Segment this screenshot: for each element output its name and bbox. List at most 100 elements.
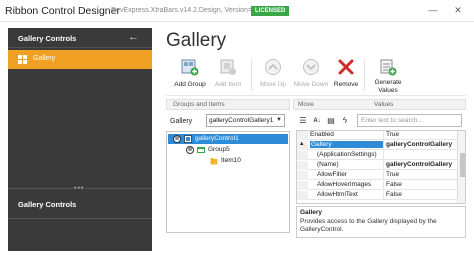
property-name: Enabled — [310, 131, 334, 138]
gallery-field-label: Gallery — [170, 118, 193, 125]
license-badge: LICENSED — [251, 6, 290, 16]
page-title: Gallery — [166, 30, 227, 51]
title-bar: Ribbon Control Designer DevExpress.XtraB… — [0, 0, 474, 22]
expand-gutter: ▲ — [297, 141, 308, 150]
remove-icon — [338, 59, 354, 75]
splitter-grip-icon[interactable]: ••• — [74, 185, 84, 192]
toolbar-separator — [364, 59, 365, 91]
sidebar: Gallery Controls ← Gallery ••• Gallery C… — [8, 28, 152, 251]
move-down-icon — [303, 59, 319, 75]
add-item-label: Add Item — [214, 81, 241, 88]
minimize-button[interactable]: — — [425, 3, 441, 17]
property-grid-scrollbar[interactable] — [457, 131, 465, 203]
values-header: Values — [374, 101, 394, 108]
property-row-selected[interactable]: ▲ Gallery galleryControlGallery — [297, 141, 457, 150]
generate-values-icon — [380, 59, 397, 76]
property-value[interactable]: True — [383, 171, 457, 180]
move-header: Move — [298, 101, 314, 108]
groups-panel-header: Groups and Items — [166, 99, 290, 110]
groups-tree[interactable]: ⊗ galleryControl1 ⊗ Group5 Item10 — [166, 131, 290, 233]
tree-node-label: Group5 — [208, 146, 230, 153]
chevron-down-icon[interactable]: ▼ — [276, 117, 282, 123]
collapse-icon[interactable]: ⊗ — [173, 135, 181, 143]
item-icon — [210, 158, 218, 165]
remove-label: Remove — [333, 81, 359, 88]
property-row[interactable]: Enabled True — [297, 131, 457, 140]
property-pages-icon[interactable]: ▤ — [326, 116, 336, 126]
gallery-control-icon — [184, 135, 192, 143]
property-grid[interactable]: Enabled True ▲ Gallery galleryControlGal… — [296, 130, 466, 204]
tree-node-label: galleryControl1 — [195, 135, 239, 142]
property-grid-toolbar: ☰ A↓ ▤ ϟ Enter text to search... — [296, 113, 466, 128]
add-group-button[interactable]: Add Group — [172, 56, 208, 96]
tree-node-group[interactable]: ⊗ Group5 — [168, 145, 288, 155]
close-button[interactable]: ✕ — [450, 3, 466, 17]
sidebar-item-gallery[interactable]: Gallery — [8, 50, 152, 69]
property-name: (Name) — [317, 161, 339, 168]
sidebar-footer-label[interactable]: Gallery Controls — [18, 200, 76, 209]
property-name: AllowHtmlText — [317, 191, 358, 198]
move-up-label: Move Up — [259, 81, 286, 88]
property-value[interactable]: False — [383, 191, 457, 200]
add-item-button[interactable]: Add Item — [212, 56, 244, 96]
row-gutter — [297, 171, 308, 180]
row-gutter — [297, 131, 308, 140]
property-name: AllowHoverImages — [317, 181, 372, 188]
groups-panel-title: Groups and Items — [173, 101, 225, 108]
move-up-button[interactable]: Move Up — [256, 56, 290, 96]
property-name: Gallery — [310, 141, 383, 148]
gallery-select[interactable]: galleryControlGallery1 ... ▼ — [206, 114, 285, 127]
property-value[interactable]: True — [383, 131, 457, 140]
scrollbar-thumb[interactable] — [460, 153, 465, 177]
tree-node-gallerycontrol[interactable]: ⊗ galleryControl1 — [168, 134, 288, 144]
description-text: Provides access to the Gallery displayed… — [300, 218, 437, 233]
categorized-view-icon[interactable]: ☰ — [298, 116, 308, 126]
remove-button[interactable]: Remove — [332, 56, 360, 96]
add-group-label: Add Group — [174, 81, 206, 88]
add-item-icon — [220, 59, 236, 75]
property-row[interactable]: AllowHoverImages False — [297, 181, 457, 190]
property-name: AllowFilter — [317, 171, 347, 178]
sidebar-header: Gallery Controls ← — [8, 28, 152, 48]
row-gutter — [297, 161, 308, 170]
property-row[interactable]: AllowHtmlText False — [297, 191, 457, 200]
property-row[interactable]: (ApplicationSettings) — [297, 151, 457, 160]
toolbar: Add Group Add Item Move Up Move Down Rem… — [166, 56, 466, 96]
expand-arrow-icon[interactable]: ▲ — [299, 141, 304, 147]
property-search-input[interactable]: Enter text to search... — [357, 114, 462, 127]
property-value[interactable] — [383, 151, 457, 160]
sidebar-header-label: Gallery Controls — [18, 34, 77, 43]
back-arrow-icon[interactable]: ← — [128, 31, 139, 43]
add-group-icon — [181, 59, 199, 76]
tree-node-item[interactable]: Item10 — [168, 156, 288, 166]
row-gutter — [297, 191, 308, 200]
move-up-icon — [265, 59, 281, 75]
generate-values-button[interactable]: Generate Values — [370, 56, 406, 96]
generate-values-label: Generate Values — [374, 79, 402, 94]
description-title: Gallery — [300, 209, 323, 216]
sidebar-footer-divider — [8, 218, 152, 219]
property-value[interactable]: galleryControlGallery — [383, 161, 457, 170]
window-title: Ribbon Control Designer — [5, 5, 120, 17]
gallery-select-value: galleryControlGallery1 ... — [209, 117, 273, 124]
property-value[interactable]: False — [383, 181, 457, 190]
row-gutter — [297, 151, 308, 160]
alphabetical-sort-icon[interactable]: A↓ — [312, 116, 322, 126]
group-icon — [197, 147, 205, 153]
collapse-icon[interactable]: ⊗ — [186, 146, 194, 154]
property-row[interactable]: (Name) galleryControlGallery — [297, 161, 457, 170]
tree-node-label: Item10 — [221, 157, 241, 164]
gallery-grid-icon — [18, 55, 27, 64]
events-icon[interactable]: ϟ — [340, 116, 350, 126]
move-down-label: Move Down — [293, 81, 329, 88]
property-row[interactable]: AllowFilter True — [297, 171, 457, 180]
search-placeholder: Enter text to search... — [361, 117, 423, 124]
values-panel-header: Move Values — [293, 99, 466, 110]
sidebar-item-label: Gallery — [33, 55, 56, 62]
property-value[interactable]: galleryControlGallery — [383, 141, 457, 150]
row-gutter — [297, 181, 308, 190]
property-name: (ApplicationSettings) — [317, 151, 377, 158]
toolbar-separator — [251, 59, 252, 91]
description-panel: Gallery Provides access to the Gallery d… — [296, 206, 466, 238]
move-down-button[interactable]: Move Down — [292, 56, 330, 96]
